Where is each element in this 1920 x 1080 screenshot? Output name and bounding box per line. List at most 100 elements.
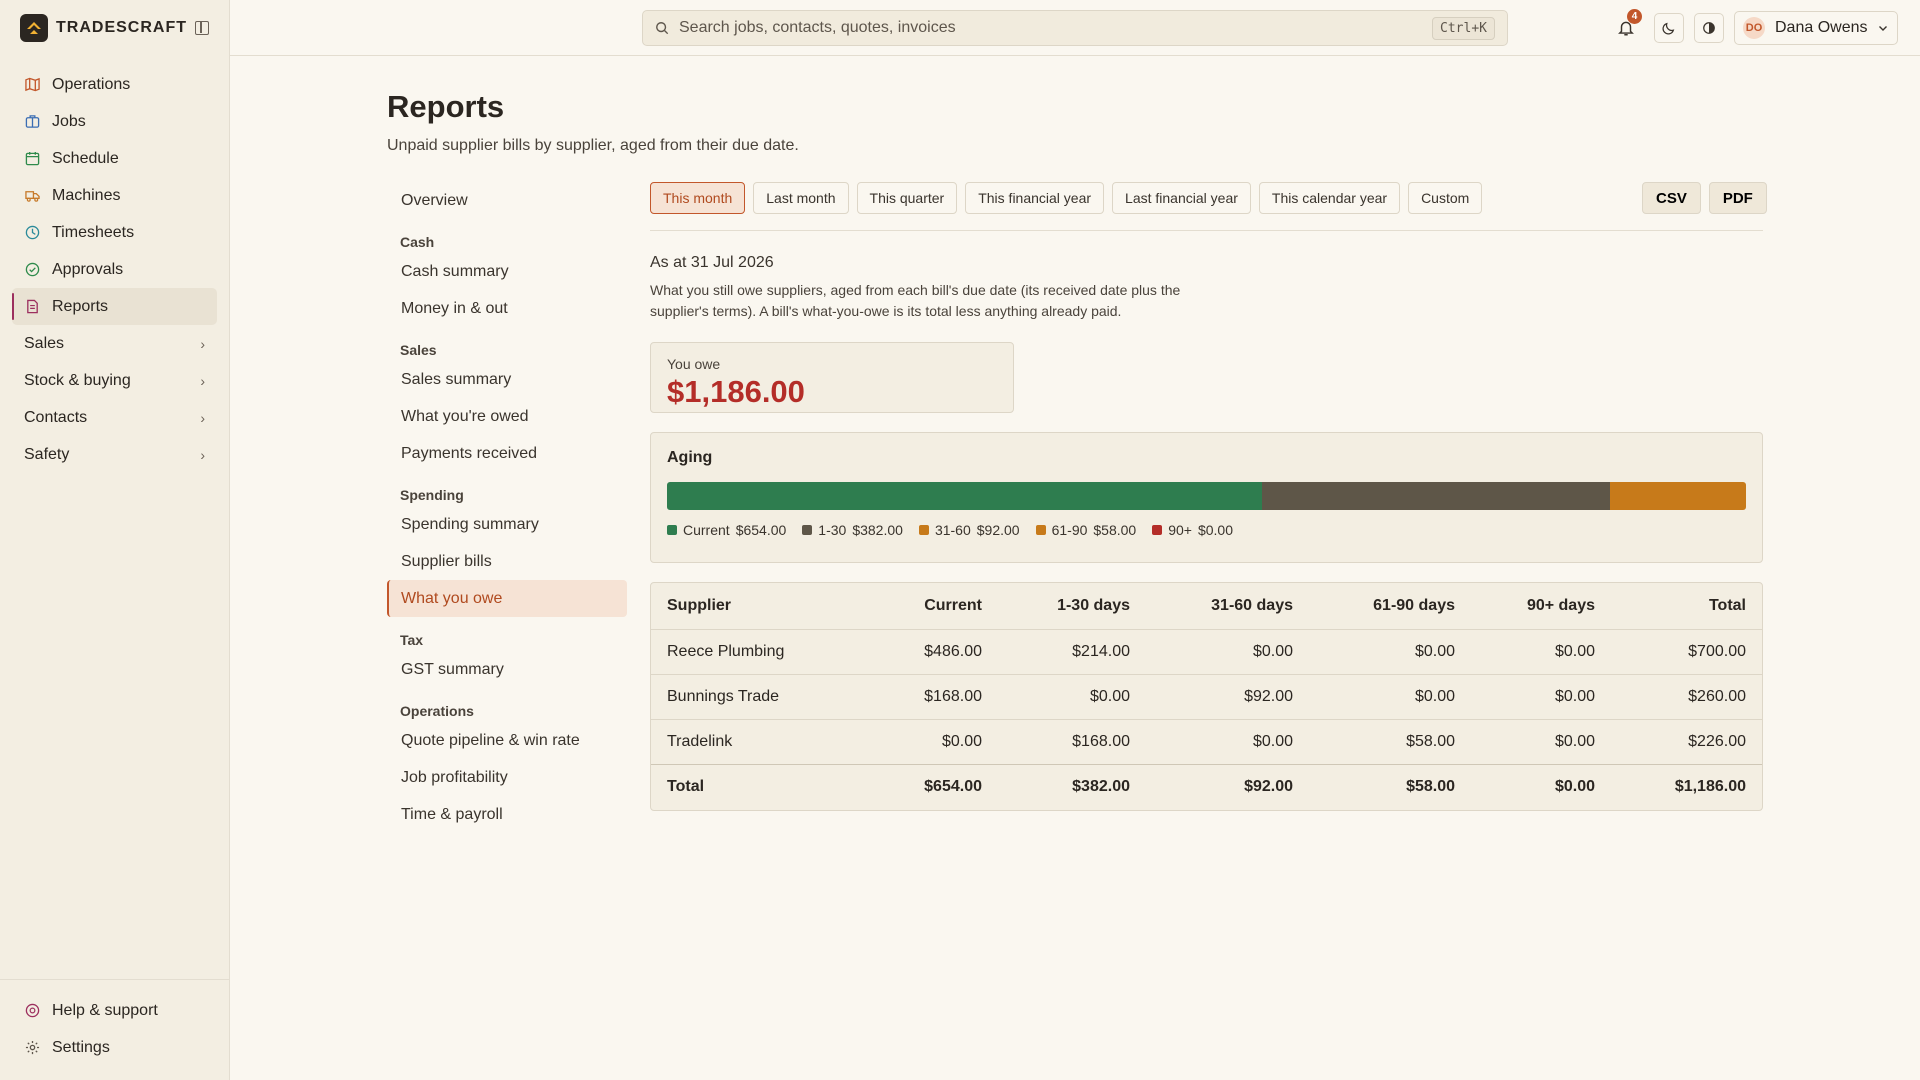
subnav-item-job-profitability[interactable]: Job profitability <box>387 759 627 796</box>
amount-cell: $168.00 <box>1072 732 1130 750</box>
subnav-heading: Spending <box>400 487 464 503</box>
period-this-month-button[interactable]: This month <box>650 182 746 214</box>
subnav-item-payments-received[interactable]: Payments received <box>387 435 627 472</box>
column-header-61-90[interactable]: 61-90 days <box>1309 583 1471 630</box>
sidebar-group-contacts[interactable]: Contacts › <box>12 399 217 436</box>
chevron-right-icon: › <box>200 372 205 389</box>
sidebar-item-approvals[interactable]: Approvals <box>12 251 217 288</box>
sidebar-item-machines[interactable]: Machines <box>12 177 217 214</box>
user-name: Dana Owens <box>1775 19 1868 36</box>
gear-icon <box>24 1040 40 1056</box>
sidebar-group-stock-buying[interactable]: Stock & buying › <box>12 362 217 399</box>
sidebar-item-timesheets[interactable]: Timesheets <box>12 214 217 251</box>
period-this-quarter-button[interactable]: This quarter <box>856 182 958 214</box>
sidebar-item-label: Approvals <box>52 260 124 278</box>
collapse-sidebar-icon[interactable] <box>195 21 209 35</box>
aging-segment <box>1693 482 1746 510</box>
aging-legend: Current $654.00 1-30 $382.00 31-60 $92.00 61-9… <box>667 522 1746 538</box>
legend-label: Current <box>683 522 730 538</box>
brand: TRADESCRAFT <box>0 0 229 56</box>
sidebar-footer: Help & support Settings <box>0 979 229 1080</box>
total-cell: $654.00 <box>856 763 998 810</box>
subnav-item-supplier-bills[interactable]: Supplier bills <box>387 543 627 580</box>
focus-mode-button[interactable] <box>1694 13 1724 43</box>
period-last-financial-year-button[interactable]: Last financial year <box>1112 182 1251 214</box>
legend-swatch <box>1035 525 1046 535</box>
owe-table-card: Supplier Current 1-30 days 31-60 days 61… <box>650 582 1763 811</box>
aging-legend-item: 61-90 $58.00 <box>1035 522 1137 538</box>
theme-toggle-button[interactable] <box>1654 13 1684 43</box>
chevron-right-icon: › <box>200 335 205 352</box>
subnav-item-what-you-owe[interactable]: What you owe <box>387 580 627 617</box>
total-label: Total <box>651 763 856 810</box>
amount-cell: $226.00 <box>1688 732 1746 750</box>
amount-cell: $0.00 <box>1309 629 1471 675</box>
column-header-90-plus[interactable]: 90+ days <box>1471 583 1611 630</box>
sidebar-item-help[interactable]: Help & support <box>12 992 217 1029</box>
aging-legend-item: Current $654.00 <box>667 522 786 538</box>
subnav-item-time-payroll[interactable]: Time & payroll <box>387 796 627 833</box>
sidebar: TRADESCRAFT Operations Jobs Schedule Mac… <box>0 0 230 1080</box>
sidebar-item-schedule[interactable]: Schedule <box>12 140 217 177</box>
check-circle-icon <box>24 262 40 278</box>
search-input[interactable]: Search jobs, contacts, quotes, invoices … <box>642 10 1508 46</box>
sidebar-item-jobs[interactable]: Jobs <box>12 103 217 140</box>
notification-count-badge: 4 <box>1627 9 1642 24</box>
legend-amount: $0.00 <box>1197 522 1234 538</box>
sidebar-group-label: Contacts <box>24 408 88 426</box>
period-last-month-button[interactable]: Last month <box>753 182 849 214</box>
period-this-calendar-year-button[interactable]: This calendar year <box>1258 182 1401 214</box>
aging-legend-item: 31-60 $92.00 <box>918 522 1020 538</box>
page-subtitle: Unpaid supplier bills by supplier, aged … <box>387 137 799 154</box>
aging-legend-item: 1-30 $382.00 <box>802 522 903 538</box>
subnav-item-sales-summary[interactable]: Sales summary <box>387 361 627 398</box>
column-header-current[interactable]: Current <box>856 583 998 630</box>
total-cell: $92.00 <box>1146 763 1309 810</box>
legend-label: 1-30 <box>818 522 847 538</box>
sidebar-item-label: Operations <box>52 75 131 93</box>
sidebar-item-operations[interactable]: Operations <box>12 66 217 103</box>
sidebar-nav: Operations Jobs Schedule Machines Timesh… <box>0 66 229 473</box>
legend-label: 61-90 <box>1051 522 1088 538</box>
subnav-item-gst-summary[interactable]: GST summary <box>387 651 627 688</box>
period-this-financial-year-button[interactable]: This financial year <box>965 182 1105 214</box>
table-row[interactable]: Tradelink $0.00 $168.00 $0.00 $58.00 $0.00 $22… <box>651 719 1762 764</box>
search-icon <box>655 21 669 35</box>
sidebar-item-label: Settings <box>52 1038 110 1056</box>
amount-cell: $0.00 <box>1554 732 1595 750</box>
sidebar-item-settings[interactable]: Settings <box>12 1029 217 1066</box>
subnav-item-money-in-out[interactable]: Money in & out <box>387 290 627 327</box>
moon-icon <box>1662 22 1675 35</box>
table-header-row: Supplier Current 1-30 days 31-60 days 61… <box>651 583 1762 630</box>
column-header-total[interactable]: Total <box>1611 583 1762 630</box>
aging-bar <box>667 482 1746 510</box>
column-header-1-30[interactable]: 1-30 days <box>998 583 1146 630</box>
amount-cell: $0.00 <box>941 732 982 750</box>
period-custom-button[interactable]: Custom <box>1408 182 1483 214</box>
subnav-item-what-youre-owed[interactable]: What you're owed <box>387 398 627 435</box>
sidebar-item-label: Reports <box>52 297 109 315</box>
sidebar-group-safety[interactable]: Safety › <box>12 436 217 473</box>
supplier-name-cell: Tradelink <box>667 732 733 750</box>
sidebar-item-reports[interactable]: Reports <box>12 288 217 325</box>
sidebar-group-sales[interactable]: Sales › <box>12 325 217 362</box>
table-row[interactable]: Bunnings Trade $168.00 $0.00 $92.00 $0.00 $0.… <box>651 674 1762 720</box>
legend-amount: $58.00 <box>1093 522 1137 538</box>
you-owe-label: You owe <box>667 356 721 372</box>
export-csv-button[interactable]: CSV <box>1642 182 1701 214</box>
table-row[interactable]: Reece Plumbing $486.00 $214.00 $0.00 $0.00 $0… <box>651 629 1762 675</box>
export-pdf-button[interactable]: PDF <box>1708 182 1767 214</box>
sidebar-group-label: Stock & buying <box>24 371 131 389</box>
sidebar-item-label: Jobs <box>52 112 86 130</box>
subnav-item-quote-pipeline[interactable]: Quote pipeline & win rate <box>387 722 627 759</box>
subnav-heading: Cash <box>400 234 435 250</box>
column-header-31-60[interactable]: 31-60 days <box>1146 583 1309 630</box>
supplier-name-cell: Reece Plumbing <box>651 629 856 675</box>
report-explanation: What you still owe suppliers, aged from … <box>650 282 1181 319</box>
column-header-supplier[interactable]: Supplier <box>651 583 856 630</box>
subnav-item-overview[interactable]: Overview <box>387 182 627 219</box>
legend-amount: $92.00 <box>976 522 1020 538</box>
user-menu-button[interactable]: DO Dana Owens <box>1734 11 1898 45</box>
subnav-item-spending-summary[interactable]: Spending summary <box>387 506 627 543</box>
subnav-item-cash-summary[interactable]: Cash summary <box>387 253 627 290</box>
